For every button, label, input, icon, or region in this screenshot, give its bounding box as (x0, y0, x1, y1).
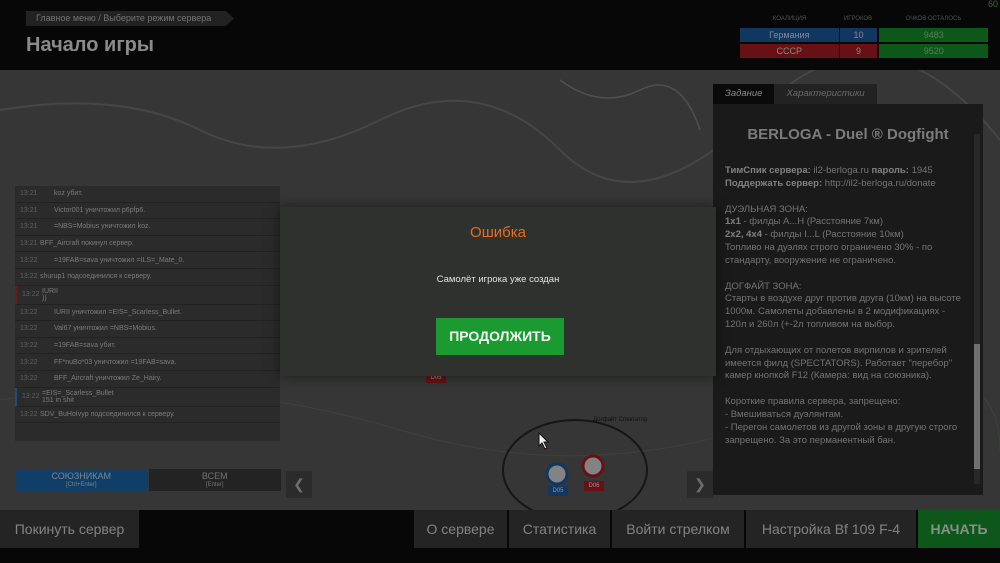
mouse-cursor-icon (538, 432, 550, 450)
dialog-message: Самолёт игрока уже создан (436, 274, 560, 285)
continue-button[interactable]: ПРОДОЛЖИТЬ (436, 318, 564, 355)
error-dialog: Ошибка Самолёт игрока уже создан ПРОДОЛЖ… (280, 207, 716, 376)
dialog-title: Ошибка (470, 224, 526, 241)
